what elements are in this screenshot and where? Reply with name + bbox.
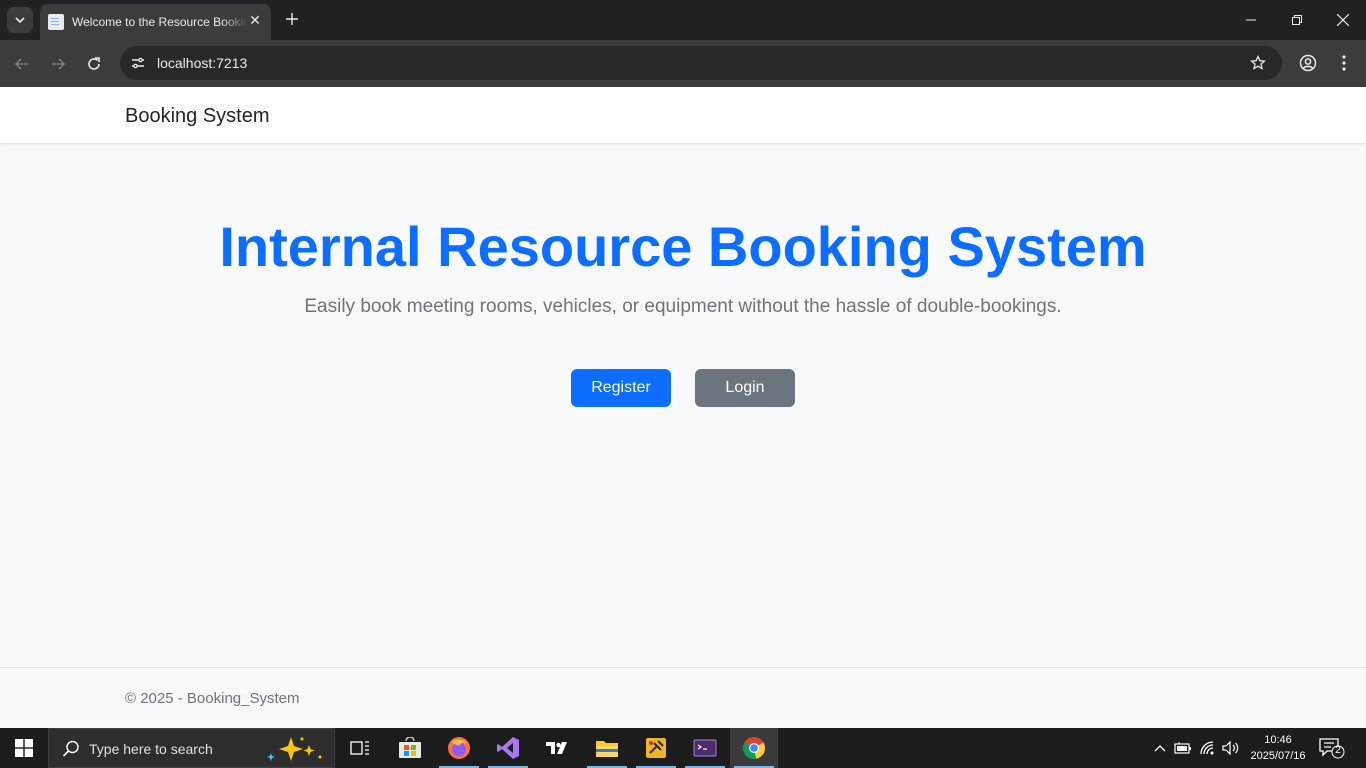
powershell-icon: [693, 739, 717, 757]
hero-section: Internal Resource Booking System Easily …: [0, 144, 1366, 667]
arrow-right-icon: [52, 58, 66, 70]
browser-menu-button[interactable]: [1334, 51, 1354, 75]
chrome-icon: [743, 737, 765, 759]
windows-logo-icon: [15, 739, 33, 757]
chrome-app-button[interactable]: [730, 728, 778, 768]
clock-time: 10:46: [1264, 734, 1292, 746]
speaker-icon: [1222, 741, 1239, 755]
clock-date: 2025/07/16: [1250, 750, 1306, 762]
file-explorer-icon: [596, 741, 618, 757]
tradingview-app-button[interactable]: [534, 728, 582, 768]
arrow-left-icon: [14, 58, 28, 70]
copilot-sparkle-icon: [267, 737, 322, 761]
dev-tool-icon: [646, 738, 666, 758]
page-favicon-icon: [48, 14, 64, 30]
more-vertical-icon: [1342, 55, 1346, 71]
show-hidden-icons-button[interactable]: [1150, 738, 1170, 758]
powershell-app-button[interactable]: [681, 728, 729, 768]
site-info-icon[interactable]: [128, 53, 148, 73]
restore-icon: [1292, 15, 1302, 25]
plus-icon: [286, 13, 298, 25]
tab-search-button[interactable]: [7, 7, 33, 33]
footer-copyright: © 2025 - Booking_System: [125, 690, 300, 707]
task-view-button[interactable]: [336, 728, 384, 768]
visual-studio-icon: [497, 737, 519, 759]
back-button[interactable]: [8, 50, 36, 78]
chevron-up-icon: [1154, 745, 1166, 752]
wifi-icon: [1200, 741, 1214, 755]
visual-studio-app-button[interactable]: [484, 728, 532, 768]
start-button[interactable]: [0, 728, 48, 768]
tab-title: Welcome to the Resource Booking System: [72, 15, 248, 29]
reload-button[interactable]: [80, 50, 108, 78]
chevron-down-icon: [15, 17, 25, 24]
search-icon: [62, 740, 79, 757]
close-icon: [1337, 14, 1349, 26]
register-button[interactable]: Register: [571, 369, 671, 407]
site-footer: © 2025 - Booking_System: [0, 667, 1366, 728]
minimize-icon: [1246, 19, 1256, 21]
microsoft-store-icon: [399, 737, 421, 758]
store-app-button[interactable]: [386, 728, 434, 768]
close-tab-icon[interactable]: ✕: [247, 12, 263, 28]
browser-tab-strip: Welcome to the Resource Booking System ✕: [0, 0, 1366, 40]
navbar-brand-link[interactable]: Booking System: [125, 105, 270, 128]
profile-icon: [1299, 54, 1317, 72]
browser-tab[interactable]: Welcome to the Resource Booking System ✕: [40, 4, 271, 40]
close-window-button[interactable]: [1320, 0, 1366, 40]
battery-icon: [1174, 742, 1191, 754]
minimize-button[interactable]: [1228, 0, 1274, 40]
bookmark-star-icon[interactable]: [1248, 53, 1268, 73]
terminal-app-icon: [546, 742, 567, 754]
dev-tool-app-button[interactable]: [632, 728, 680, 768]
reload-icon: [88, 57, 100, 70]
firefox-icon: [448, 737, 470, 759]
hero-subtitle: Easily book meeting rooms, vehicles, or …: [304, 296, 1062, 317]
address-bar[interactable]: localhost:7213: [120, 46, 1282, 80]
restore-button[interactable]: [1274, 0, 1320, 40]
taskbar-clock[interactable]: 10:46 2025/07/16: [1244, 732, 1312, 764]
login-button[interactable]: Login: [695, 369, 795, 407]
notification-center-button[interactable]: 2: [1318, 736, 1346, 760]
battery-button[interactable]: [1173, 738, 1193, 758]
volume-button[interactable]: [1221, 738, 1241, 758]
new-tab-button[interactable]: [282, 9, 302, 29]
firefox-app-button[interactable]: [435, 728, 483, 768]
forward-button[interactable]: [44, 50, 72, 78]
search-placeholder: Type here to search: [89, 741, 213, 757]
notification-count-badge: 2: [1335, 745, 1341, 756]
browser-toolbar: localhost:7213: [0, 40, 1366, 87]
windows-taskbar: Type here to search 10:46 2025/07/16 2: [0, 728, 1366, 768]
site-navbar: Booking System: [0, 87, 1366, 144]
page-title: Internal Resource Booking System: [219, 215, 1147, 278]
taskbar-search-box[interactable]: Type here to search: [48, 728, 335, 768]
task-view-icon: [350, 741, 369, 755]
url-text[interactable]: localhost:7213: [157, 55, 247, 71]
network-button[interactable]: [1198, 738, 1218, 758]
profile-button[interactable]: [1296, 51, 1320, 75]
file-explorer-app-button[interactable]: [583, 728, 631, 768]
